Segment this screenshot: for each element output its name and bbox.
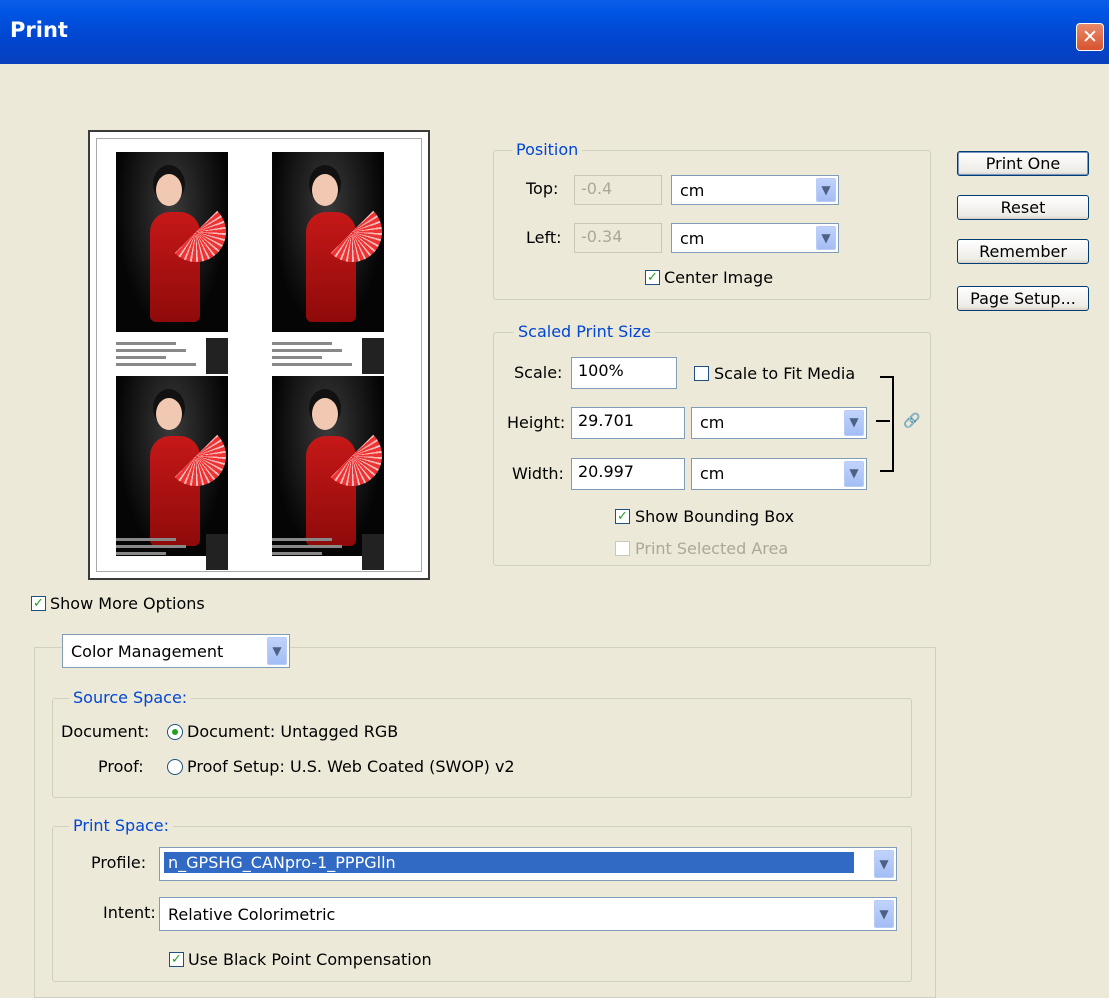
left-unit-select[interactable]: cm ▼ xyxy=(671,223,839,253)
height-input[interactable]: 29.701 xyxy=(571,407,685,439)
top-input[interactable]: -0.4 xyxy=(574,175,662,205)
show-bounding-box-label[interactable]: Show Bounding Box xyxy=(635,507,794,526)
source-space-group: Source Space: Document: Document: Untagg… xyxy=(52,688,912,798)
print-selected-area-checkbox[interactable] xyxy=(615,541,630,556)
proof-option[interactable]: Proof Setup: U.S. Web Coated (SWOP) v2 xyxy=(187,757,515,776)
reset-button[interactable]: Reset xyxy=(957,195,1089,220)
width-unit-value: cm xyxy=(700,464,725,483)
remember-button[interactable]: Remember xyxy=(957,239,1089,264)
constrain-stub xyxy=(876,420,890,422)
source-space-legend: Source Space: xyxy=(69,688,192,707)
profile-select[interactable]: n_GPSHG_CANpro-1_PPPGlln ▼ xyxy=(159,847,897,881)
show-bounding-box-checkbox[interactable]: ✓ xyxy=(615,509,630,524)
intent-value: Relative Colorimetric xyxy=(168,905,336,924)
preview-caption xyxy=(272,534,384,574)
preview-caption xyxy=(116,338,228,378)
show-more-options-checkbox[interactable]: ✓ xyxy=(31,596,46,611)
document-label: Document: xyxy=(61,722,150,741)
top-unit-select[interactable]: cm ▼ xyxy=(671,175,839,205)
chevron-down-icon[interactable]: ▼ xyxy=(267,637,287,665)
panel-left-border xyxy=(34,647,35,997)
chevron-down-icon[interactable]: ▼ xyxy=(816,226,836,250)
color-management-value: Color Management xyxy=(71,642,224,661)
height-unit-select[interactable]: cm ▼ xyxy=(691,407,867,439)
scale-to-fit-label[interactable]: Scale to Fit Media xyxy=(714,364,855,383)
width-label: Width: xyxy=(512,464,564,483)
title-bar: Print ✕ xyxy=(0,0,1109,64)
print-dialog: Position Top: -0.4 cm ▼ Left: -0.34 cm ▼… xyxy=(0,64,1109,998)
profile-value: n_GPSHG_CANpro-1_PPPGlln xyxy=(164,852,854,873)
center-image-label[interactable]: Center Image xyxy=(664,268,773,287)
width-input[interactable]: 20.997 xyxy=(571,458,685,490)
print-preview xyxy=(88,130,430,580)
left-input[interactable]: -0.34 xyxy=(574,223,662,253)
window-title: Print xyxy=(10,18,68,42)
top-label: Top: xyxy=(526,179,559,198)
page-setup-button[interactable]: Page Setup... xyxy=(957,286,1089,311)
chevron-down-icon[interactable]: ▼ xyxy=(874,900,894,928)
print-space-group: Print Space: Profile: n_GPSHG_CANpro-1_P… xyxy=(52,816,912,982)
intent-label: Intent: xyxy=(103,903,156,922)
document-radio[interactable] xyxy=(167,724,183,740)
scaled-print-size-group: Scaled Print Size Scale: 100% Scale to F… xyxy=(493,322,931,566)
preview-image xyxy=(116,376,228,556)
preview-caption xyxy=(272,338,384,378)
scale-label: Scale: xyxy=(514,363,563,382)
panel-top-border xyxy=(290,647,936,648)
height-unit-value: cm xyxy=(700,413,725,432)
print-selected-area-label: Print Selected Area xyxy=(635,539,789,558)
scale-input[interactable]: 100% xyxy=(571,357,677,389)
chevron-down-icon[interactable]: ▼ xyxy=(844,410,864,436)
left-unit-value: cm xyxy=(680,229,705,248)
show-more-options-label[interactable]: Show More Options xyxy=(50,594,205,613)
panel-right-border xyxy=(935,647,936,997)
profile-label: Profile: xyxy=(91,853,147,872)
left-label: Left: xyxy=(526,228,562,247)
constrain-bracket xyxy=(880,376,894,472)
print-space-legend: Print Space: xyxy=(69,816,174,835)
chain-link-icon: 🔗 xyxy=(903,413,921,429)
scaled-legend: Scaled Print Size xyxy=(514,322,656,341)
chevron-down-icon[interactable]: ▼ xyxy=(816,178,836,202)
print-one-button[interactable]: Print One xyxy=(957,151,1089,176)
proof-radio[interactable] xyxy=(167,759,183,775)
position-legend: Position xyxy=(512,140,583,159)
proof-label: Proof: xyxy=(98,757,144,776)
intent-select[interactable]: Relative Colorimetric ▼ xyxy=(159,897,897,931)
preview-image xyxy=(116,152,228,332)
scale-to-fit-checkbox[interactable] xyxy=(694,366,709,381)
preview-image xyxy=(272,152,384,332)
width-unit-select[interactable]: cm ▼ xyxy=(691,458,867,490)
height-label: Height: xyxy=(507,413,566,432)
position-group: Position Top: -0.4 cm ▼ Left: -0.34 cm ▼… xyxy=(493,140,931,300)
document-option[interactable]: Document: Untagged RGB xyxy=(187,722,398,741)
black-point-compensation-label[interactable]: Use Black Point Compensation xyxy=(188,950,432,969)
center-image-checkbox[interactable]: ✓ xyxy=(645,270,660,285)
panel-top-border xyxy=(34,647,62,648)
color-management-select[interactable]: Color Management ▼ xyxy=(62,634,290,668)
chevron-down-icon[interactable]: ▼ xyxy=(874,850,894,878)
black-point-compensation-checkbox[interactable]: ✓ xyxy=(169,952,184,967)
top-unit-value: cm xyxy=(680,181,705,200)
close-icon[interactable]: ✕ xyxy=(1076,23,1104,51)
preview-caption xyxy=(116,534,228,574)
preview-image xyxy=(272,376,384,556)
chevron-down-icon[interactable]: ▼ xyxy=(844,461,864,487)
